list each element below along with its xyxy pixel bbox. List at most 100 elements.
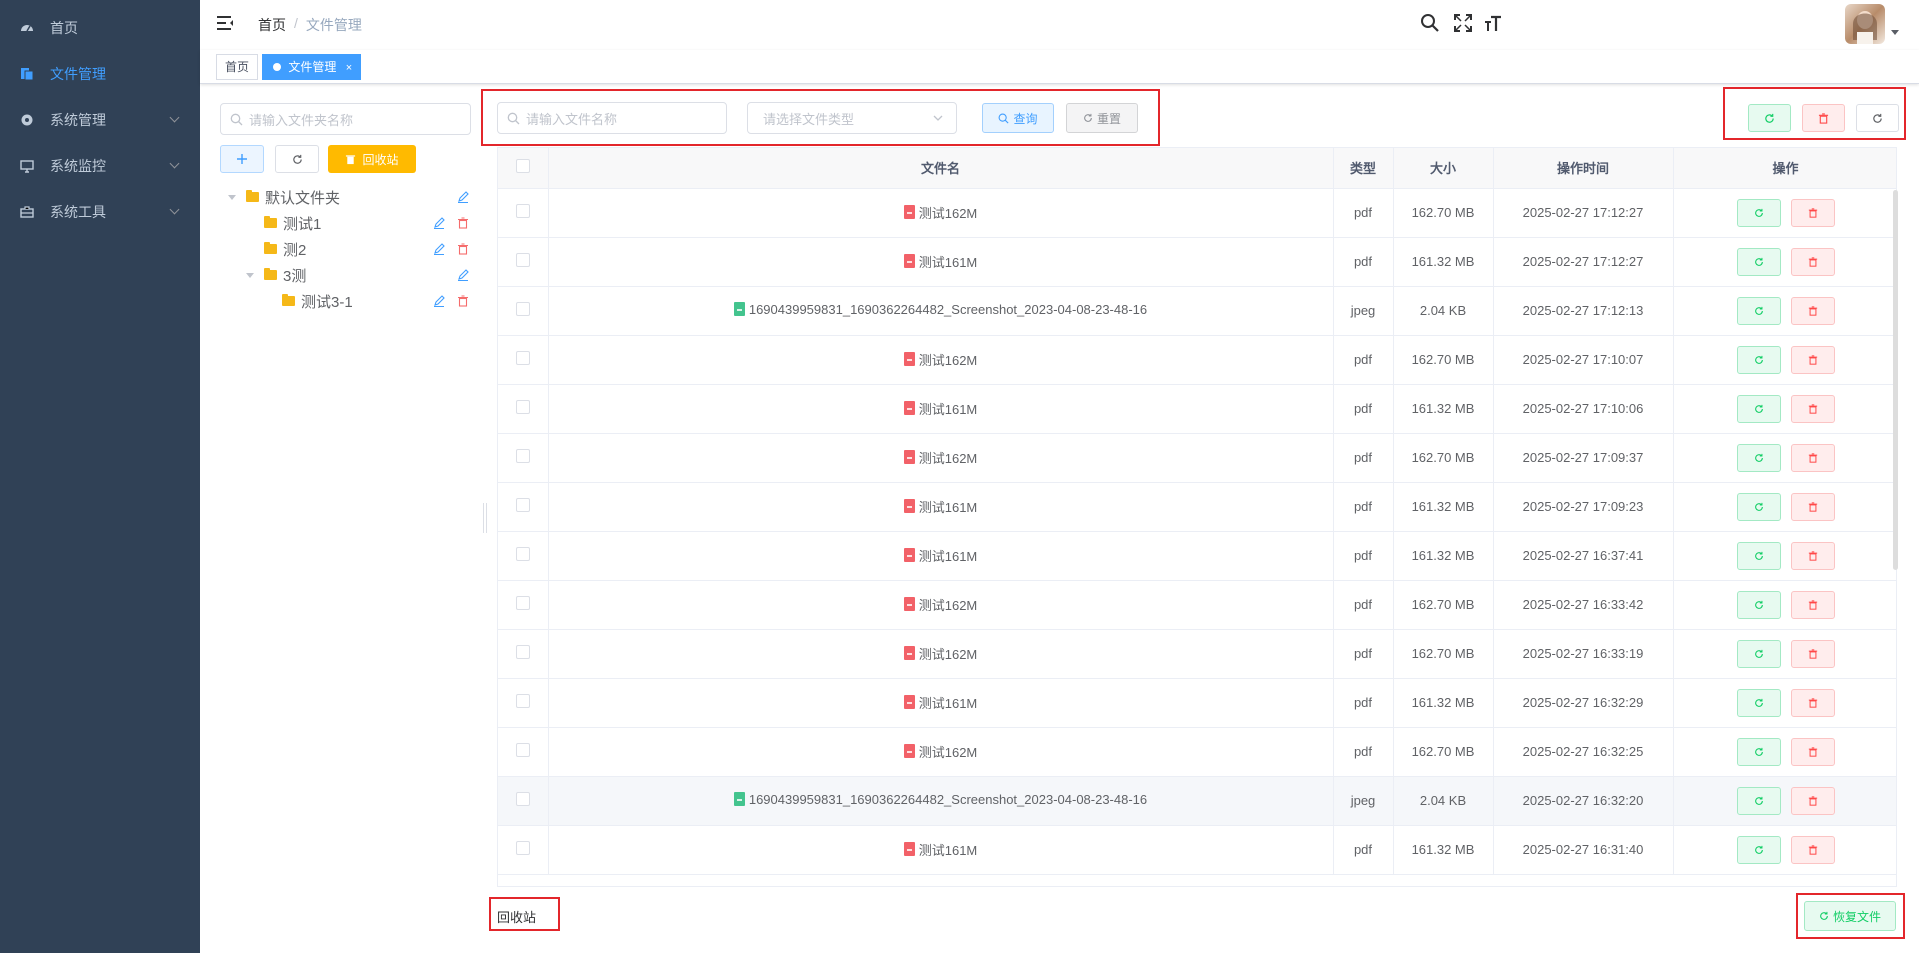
tag-file-manage[interactable]: 文件管理 ×: [262, 54, 362, 80]
row-checkbox[interactable]: [515, 302, 530, 316]
row-checkbox[interactable]: [515, 351, 530, 365]
restore-row-button[interactable]: [1736, 835, 1781, 864]
delete-icon[interactable]: [457, 243, 469, 255]
select-all-checkbox[interactable]: [515, 159, 530, 174]
edit-icon[interactable]: [433, 243, 445, 256]
row-checkbox[interactable]: [515, 204, 530, 218]
delete-icon[interactable]: [457, 295, 469, 307]
refresh-table-button[interactable]: [1856, 104, 1899, 132]
sidebar-item-system-tools[interactable]: 系统工具: [0, 184, 200, 240]
delete-row-button[interactable]: [1790, 394, 1835, 423]
restore-row-button[interactable]: [1736, 492, 1781, 521]
table-row[interactable]: 1690439959831_1690362264482_Screenshot_2…: [498, 776, 1896, 826]
table-row[interactable]: 测试162M pdf 162.70 MB 2025-02-27 16:32:25: [498, 727, 1896, 777]
restore-row-button[interactable]: [1736, 786, 1781, 815]
row-checkbox[interactable]: [515, 743, 530, 757]
row-checkbox[interactable]: [515, 400, 530, 414]
edit-icon[interactable]: [433, 295, 445, 308]
delete-row-button[interactable]: [1790, 541, 1835, 570]
close-icon[interactable]: ×: [346, 62, 352, 74]
folder-search-input[interactable]: 请输入文件夹名称: [220, 103, 471, 135]
search-icon[interactable]: [1420, 13, 1440, 33]
breadcrumb-home[interactable]: 首页: [258, 15, 286, 35]
restore-row-button[interactable]: [1736, 296, 1781, 325]
delete-row-button[interactable]: [1790, 492, 1835, 521]
tree-node-test1[interactable]: 测试1: [264, 211, 321, 235]
refresh-tree-button[interactable]: [275, 145, 319, 173]
delete-row-button[interactable]: [1790, 198, 1835, 227]
restore-row-button[interactable]: [1736, 541, 1781, 570]
restore-file-button[interactable]: 恢复文件: [1804, 901, 1896, 931]
tag-home[interactable]: 首页: [216, 54, 259, 80]
tree-node-test2[interactable]: 测2: [264, 237, 306, 261]
table-row[interactable]: 测试161M pdf 161.32 MB 2025-02-27 16:37:41: [498, 531, 1896, 581]
delete-row-button[interactable]: [1790, 443, 1835, 472]
delete-row-button[interactable]: [1790, 345, 1835, 374]
restore-row-button[interactable]: [1736, 198, 1781, 227]
reset-button[interactable]: 重置: [1066, 103, 1138, 133]
row-checkbox[interactable]: [515, 694, 530, 708]
table-row[interactable]: 测试162M pdf 162.70 MB 2025-02-27 16:33:19: [498, 629, 1896, 679]
restore-row-button[interactable]: [1736, 443, 1781, 472]
row-checkbox[interactable]: [515, 449, 530, 463]
file-name-search-input[interactable]: 请输入文件名称: [497, 102, 727, 134]
delete-row-button[interactable]: [1790, 296, 1835, 325]
fullscreen-icon[interactable]: [1453, 13, 1473, 33]
row-checkbox[interactable]: [515, 596, 530, 610]
table-row[interactable]: 测试161M pdf 161.32 MB 2025-02-27 16:32:29: [498, 678, 1896, 728]
restore-row-button[interactable]: [1736, 247, 1781, 276]
tree-node-default-folder[interactable]: 默认文件夹: [228, 185, 340, 209]
table-row[interactable]: 1690439959831_1690362264482_Screenshot_2…: [498, 286, 1896, 336]
edit-icon[interactable]: [457, 269, 469, 282]
row-checkbox[interactable]: [515, 498, 530, 512]
add-folder-button[interactable]: [220, 145, 264, 173]
delete-row-button[interactable]: [1790, 247, 1835, 276]
delete-row-button[interactable]: [1790, 737, 1835, 766]
delete-selected-button[interactable]: [1802, 104, 1845, 132]
restore-row-button[interactable]: [1736, 688, 1781, 717]
restore-selected-button[interactable]: [1748, 104, 1791, 132]
edit-icon[interactable]: [433, 217, 445, 230]
table-row[interactable]: 测试161M pdf 161.32 MB 2025-02-27 17:10:06: [498, 384, 1896, 434]
table-row[interactable]: 测试161M pdf 161.32 MB 2025-02-27 17:12:27: [498, 237, 1896, 287]
table-row[interactable]: 测试162M pdf 162.70 MB 2025-02-27 17:12:27: [498, 188, 1896, 238]
edit-icon[interactable]: [457, 191, 469, 204]
delete-row-button[interactable]: [1790, 835, 1835, 864]
panel-resize-handle[interactable]: [483, 503, 487, 533]
caret-down-icon[interactable]: [228, 194, 236, 200]
restore-row-button[interactable]: [1736, 737, 1781, 766]
table-row[interactable]: 测试162M pdf 162.70 MB 2025-02-27 17:10:07: [498, 335, 1896, 385]
tree-node-test3-1[interactable]: 测试3-1: [282, 289, 353, 313]
row-checkbox[interactable]: [515, 253, 530, 267]
query-button[interactable]: 查询: [982, 103, 1054, 133]
row-select-cell: [498, 335, 549, 385]
table-row[interactable]: 测试161M pdf 161.32 MB 2025-02-27 16:31:40: [498, 825, 1896, 875]
delete-row-button[interactable]: [1790, 786, 1835, 815]
restore-row-button[interactable]: [1736, 639, 1781, 668]
table-row[interactable]: 测试162M pdf 162.70 MB 2025-02-27 16:33:42: [498, 580, 1896, 630]
row-checkbox[interactable]: [515, 645, 530, 659]
file-name-cell: 测试161M: [548, 825, 1334, 875]
delete-icon[interactable]: [457, 217, 469, 229]
row-checkbox[interactable]: [515, 841, 530, 855]
caret-down-icon[interactable]: [246, 272, 254, 278]
query-label: 查询: [1013, 111, 1038, 126]
hamburger-icon[interactable]: [216, 14, 234, 32]
font-size-icon[interactable]: [1483, 13, 1503, 33]
tree-node-3test[interactable]: 3测: [246, 263, 306, 287]
restore-row-button[interactable]: [1736, 345, 1781, 374]
table-row[interactable]: 测试161M pdf 161.32 MB 2025-02-27 17:09:23: [498, 482, 1896, 532]
table-scrollbar[interactable]: [1893, 190, 1898, 570]
caret-down-icon[interactable]: [1891, 30, 1899, 35]
row-checkbox[interactable]: [515, 792, 530, 806]
delete-row-button[interactable]: [1790, 590, 1835, 619]
restore-row-button[interactable]: [1736, 590, 1781, 619]
restore-row-button[interactable]: [1736, 394, 1781, 423]
avatar[interactable]: [1845, 4, 1885, 44]
delete-row-button[interactable]: [1790, 688, 1835, 717]
recycle-bin-button[interactable]: 回收站: [328, 145, 416, 173]
delete-row-button[interactable]: [1790, 639, 1835, 668]
table-row[interactable]: 测试162M pdf 162.70 MB 2025-02-27 17:09:37: [498, 433, 1896, 483]
file-type-select[interactable]: 请选择文件类型: [747, 102, 957, 134]
row-checkbox[interactable]: [515, 547, 530, 561]
